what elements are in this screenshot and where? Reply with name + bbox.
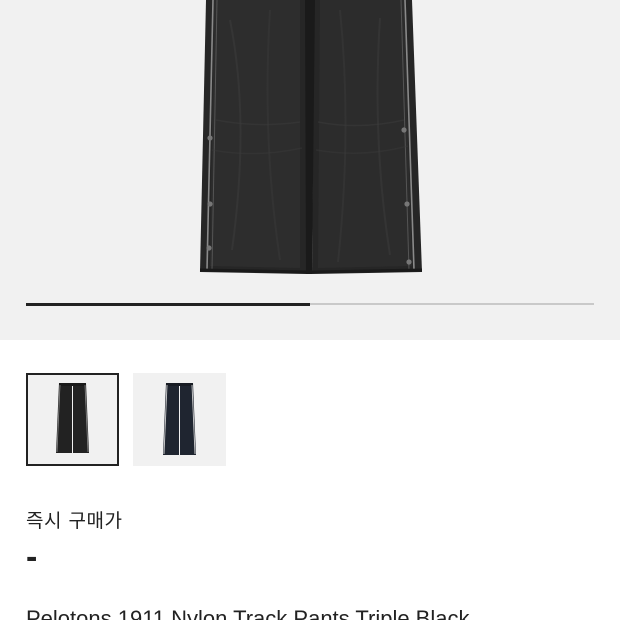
price-value: - bbox=[26, 538, 38, 576]
carousel-progress-bar bbox=[26, 302, 594, 306]
price-label: 즉시 구매가 bbox=[26, 510, 123, 532]
product-image-carousel[interactable] bbox=[0, 0, 620, 340]
thumbnail-black[interactable] bbox=[26, 373, 119, 466]
pants-black-thumbnail-image bbox=[56, 383, 89, 453]
carousel-progress-fill bbox=[26, 302, 310, 306]
thumbnail-list bbox=[26, 373, 226, 466]
pants-navy-thumbnail-image bbox=[163, 383, 196, 455]
product-title: Pelotons 1911 Nylon Track Pants Triple B… bbox=[26, 606, 470, 620]
pants-main-image bbox=[199, 0, 423, 274]
thumbnail-navy[interactable] bbox=[133, 373, 226, 466]
